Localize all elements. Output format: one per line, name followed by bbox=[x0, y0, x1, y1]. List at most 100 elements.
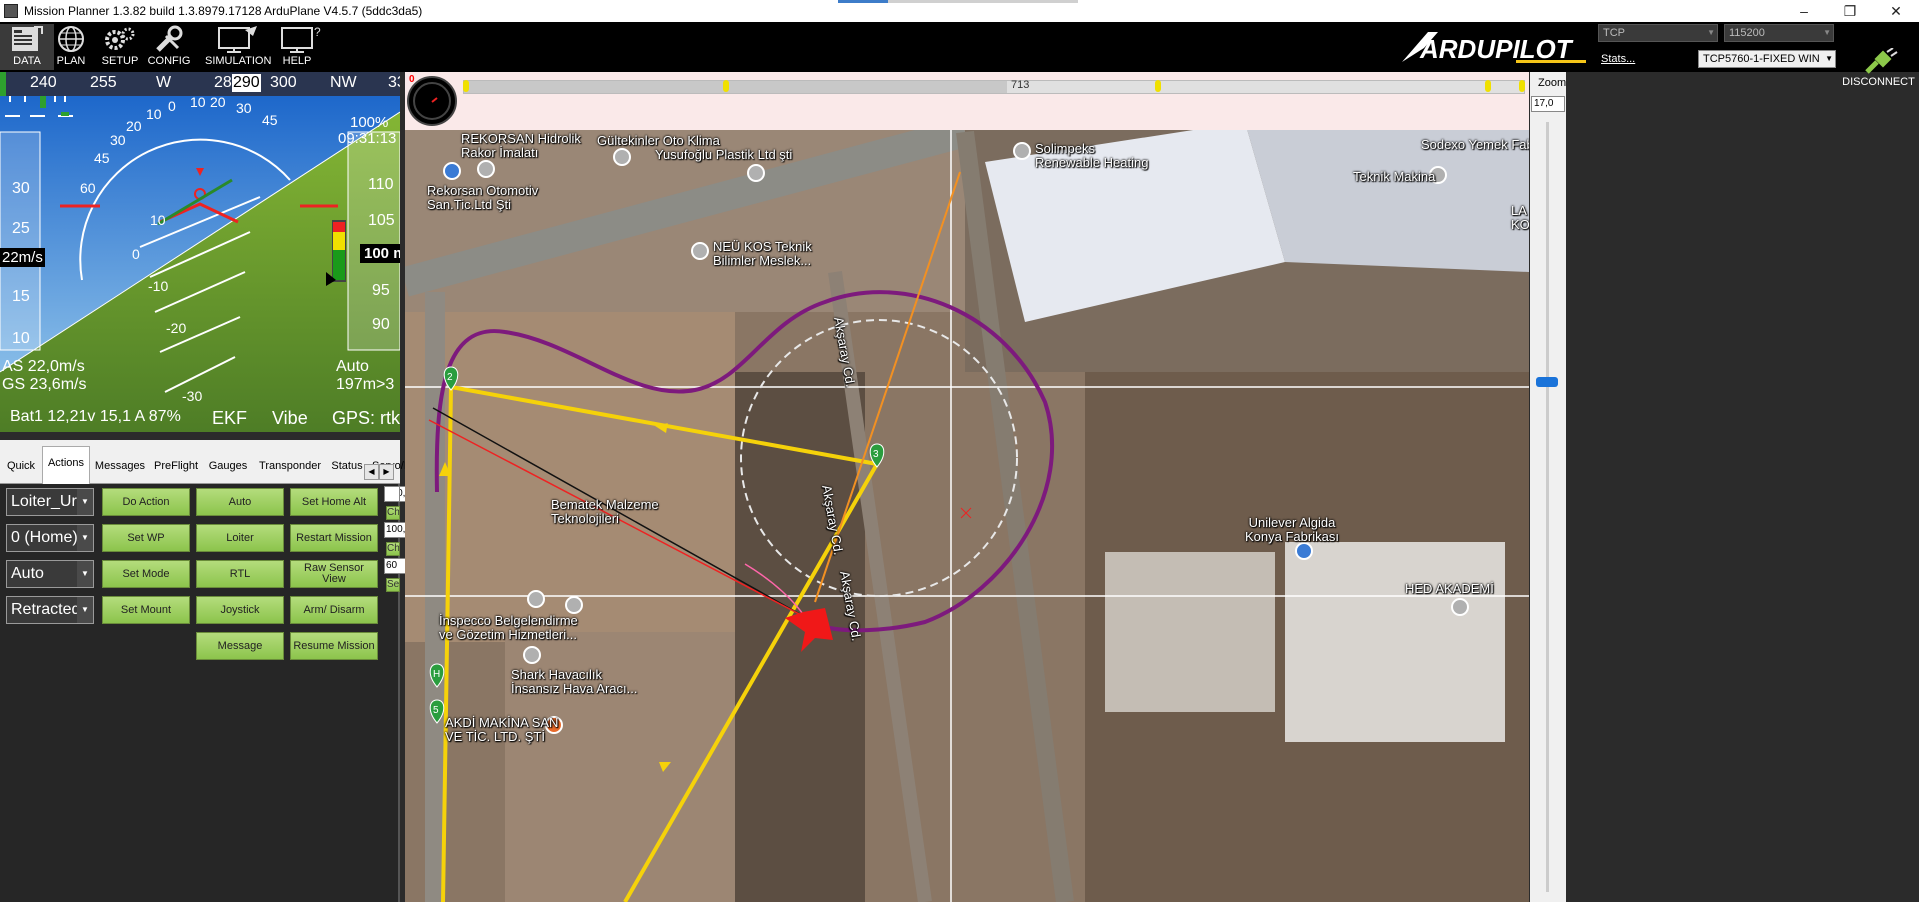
timeline-marker[interactable] bbox=[1519, 80, 1525, 92]
menu-simulation[interactable]: SIMULATION bbox=[205, 24, 271, 70]
set-mount-button[interactable]: Set Mount bbox=[102, 596, 190, 624]
poi-pin-icon[interactable] bbox=[613, 148, 631, 166]
pitch-label: 10 bbox=[190, 94, 206, 110]
map-label-rekorsan-hidrolik: REKORSAN Hidrolik Rakor İmalatı bbox=[461, 131, 581, 160]
poi-pin-icon[interactable] bbox=[523, 646, 541, 664]
speed-tick: 10 bbox=[12, 330, 30, 347]
tab-scroll-buttons: ◀ ▶ bbox=[364, 464, 394, 480]
timeline-marker[interactable] bbox=[723, 80, 729, 92]
set-mode-button[interactable]: Set Mode bbox=[102, 560, 190, 588]
chevron-down-icon: ▼ bbox=[1823, 28, 1831, 37]
baud-rate-select[interactable]: 115200 ▼ bbox=[1724, 24, 1834, 42]
resume-mission-button[interactable]: Resume Mission bbox=[290, 632, 378, 660]
menu-config[interactable]: CONFIG bbox=[142, 24, 196, 70]
pitch-label: 45 bbox=[94, 150, 110, 166]
menu-help-label: HELP bbox=[282, 55, 312, 67]
auto-button[interactable]: Auto bbox=[196, 488, 284, 516]
poi-pin-blue-icon[interactable] bbox=[1295, 542, 1313, 560]
tab-preflight[interactable]: PreFlight bbox=[150, 450, 202, 484]
satellite-map[interactable]: 2 3 H 5 bbox=[405, 72, 1529, 902]
globe-icon bbox=[58, 26, 84, 52]
zoom-slider-thumb[interactable] bbox=[1536, 377, 1558, 387]
zoom-input[interactable]: 17,0 bbox=[1531, 96, 1565, 112]
menu-setup[interactable]: SETUP bbox=[93, 24, 147, 70]
timeline-marker[interactable] bbox=[1485, 80, 1491, 92]
waypoint-value: 0 (Home) bbox=[11, 529, 78, 546]
do-action-button[interactable]: Do Action bbox=[102, 488, 190, 516]
message-button[interactable]: Message bbox=[196, 632, 284, 660]
connection-name-select[interactable]: TCP5760-1-FIXED WIN ▼ bbox=[1698, 50, 1836, 68]
map-label-inspecco: İnspecco Belgelendirme ve Gözetim Hizmet… bbox=[439, 613, 578, 642]
set-home-alt-button[interactable]: Set Home Alt bbox=[290, 488, 378, 516]
loiter-button[interactable]: Loiter bbox=[196, 524, 284, 552]
speed-input-visible[interactable] bbox=[384, 486, 400, 502]
timeline-slider[interactable] bbox=[463, 80, 1525, 94]
poi-pin-icon[interactable] bbox=[527, 590, 545, 608]
tab-gauges[interactable]: Gauges bbox=[206, 450, 250, 484]
poi-pin-blue-icon[interactable] bbox=[443, 162, 461, 180]
tab-quick[interactable]: Quick bbox=[2, 450, 40, 484]
tab-status[interactable]: Status bbox=[328, 450, 366, 484]
maximize-button[interactable]: ❐ bbox=[1827, 0, 1873, 22]
battery-percent: 100% bbox=[350, 114, 389, 131]
tab-actions[interactable]: Actions bbox=[42, 446, 90, 484]
stats-link[interactable]: Stats... bbox=[1601, 53, 1635, 65]
pitch-label: 20 bbox=[210, 94, 226, 110]
poi-pin-icon[interactable] bbox=[565, 596, 583, 614]
timeline-marker[interactable] bbox=[463, 80, 469, 92]
alt-input[interactable]: 100, bbox=[384, 522, 406, 538]
menu-plan[interactable]: PLAN bbox=[44, 24, 98, 70]
heading-tape: 240 255 W 285 290 300 NW 330 345 bbox=[0, 72, 400, 96]
tab-transponder[interactable]: Transponder bbox=[254, 450, 326, 484]
poi-pin-icon[interactable] bbox=[477, 160, 495, 178]
minimize-button[interactable]: – bbox=[1781, 0, 1827, 22]
tab-messages[interactable]: Messages bbox=[92, 450, 148, 484]
change-speed-button[interactable]: Change Speed bbox=[386, 506, 400, 520]
close-button[interactable]: ✕ bbox=[1873, 0, 1919, 22]
timeline-marker[interactable] bbox=[1155, 80, 1161, 92]
pitch-label: 10 bbox=[146, 106, 162, 122]
tab-scroll-left-icon[interactable]: ◀ bbox=[364, 464, 379, 480]
connection-type-select[interactable]: TCP ▼ bbox=[1598, 24, 1718, 42]
menu-help[interactable]: ? HELP bbox=[270, 24, 324, 70]
poi-pin-icon[interactable] bbox=[1451, 598, 1469, 616]
chevron-down-icon: ▼ bbox=[1707, 28, 1715, 37]
mission-command-select[interactable]: Loiter_Ur ▼ bbox=[6, 488, 94, 516]
map-label-unilever: Unilever Algida Konya Fabrikası bbox=[1245, 515, 1339, 544]
set-wp-button[interactable]: Set WP bbox=[102, 524, 190, 552]
vibe-status[interactable]: Vibe bbox=[272, 408, 308, 429]
heading-current: 290 bbox=[232, 74, 261, 92]
mission-command-value: Loiter_Ur bbox=[11, 493, 77, 510]
control-tabs: Quick Actions Messages PreFlight Gauges … bbox=[0, 440, 432, 484]
loiter-radius-input[interactable]: 60 bbox=[384, 558, 406, 574]
mount-select[interactable]: Retracted ▼ bbox=[6, 596, 94, 624]
ekf-status[interactable]: EKF bbox=[212, 408, 247, 429]
raw-sensor-view-button[interactable]: Raw Sensor View bbox=[290, 560, 378, 588]
poi-pin-icon[interactable] bbox=[1013, 142, 1031, 160]
connection-type-value: TCP bbox=[1603, 27, 1625, 39]
set-loiter-rad-label: Set Loiter Rad bbox=[387, 579, 400, 590]
tab-scroll-right-icon[interactable]: ▶ bbox=[379, 464, 394, 480]
alt-tick: 90 bbox=[372, 316, 390, 333]
zoom-slider[interactable] bbox=[1546, 122, 1549, 892]
mode-select[interactable]: Auto ▼ bbox=[6, 560, 94, 588]
map-label-sodexo: Sodexo Yemek Fabri bbox=[1421, 137, 1529, 152]
arm-disarm-button[interactable]: Arm/ Disarm bbox=[290, 596, 378, 624]
alt-tick: 95 bbox=[372, 282, 390, 299]
poi-pin-icon[interactable] bbox=[747, 164, 765, 182]
waypoint-select[interactable]: 0 (Home) ▼ bbox=[6, 524, 94, 552]
restart-mission-button[interactable]: Restart Mission bbox=[290, 524, 378, 552]
poi-pin-icon[interactable] bbox=[691, 242, 709, 260]
joystick-button[interactable]: Joystick bbox=[196, 596, 284, 624]
clock-time: 09:31:13 bbox=[338, 130, 397, 147]
set-loiter-rad-button[interactable]: Set Loiter Rad bbox=[386, 578, 400, 592]
heading-tick: 240 bbox=[30, 74, 57, 91]
menu-config-label: CONFIG bbox=[147, 55, 191, 67]
heading-indicator-mark bbox=[0, 72, 6, 96]
svg-text:?: ? bbox=[314, 25, 321, 39]
app-icon bbox=[4, 4, 18, 18]
rtl-button[interactable]: RTL bbox=[196, 560, 284, 588]
zoom-strip: Zoom 17,0 bbox=[1530, 72, 1566, 902]
change-alt-button[interactable]: Change Alt bbox=[386, 542, 400, 556]
map-view[interactable]: 2 3 H 5 REKORSAN Hidrolik Rakor İmalatı … bbox=[405, 72, 1529, 902]
